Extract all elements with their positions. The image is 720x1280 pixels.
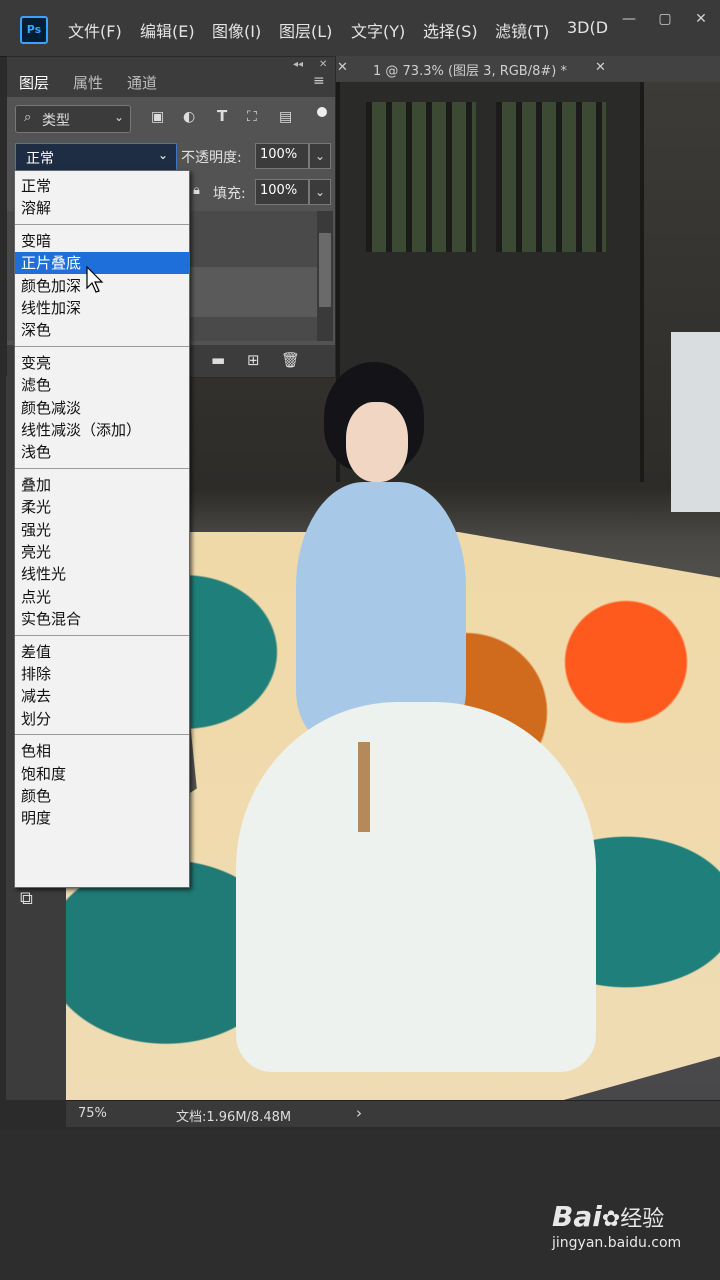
white-wall xyxy=(671,332,720,512)
collapse-panel-icon[interactable]: ◂◂ xyxy=(293,59,303,70)
blend-mode-option[interactable]: 明度 xyxy=(15,807,189,829)
menu-3d[interactable]: 3D(D xyxy=(567,18,608,37)
watermark-brand: Bai xyxy=(552,1200,602,1233)
blend-mode-option[interactable]: 实色混合 xyxy=(15,608,189,630)
maximize-button[interactable]: ▢ xyxy=(652,10,678,28)
chevron-down-icon: ⌄ xyxy=(114,110,125,124)
blend-mode-option[interactable]: 差值 xyxy=(15,641,189,663)
image-filter-icon[interactable]: ▣ xyxy=(151,109,164,125)
paw-icon: ✿ xyxy=(601,1207,621,1232)
close-other-tab-icon[interactable]: ✕ xyxy=(337,60,348,75)
watermark-url: jingyan.baidu.com xyxy=(552,1235,682,1251)
new-group-folder-icon[interactable]: ▬ xyxy=(211,351,225,369)
blend-mode-option[interactable]: 点光 xyxy=(15,586,189,608)
layers-panel-header: ◂◂ ✕ 图层 属性 通道 ≡ xyxy=(7,57,335,97)
fill-input[interactable]: 100% xyxy=(255,179,309,205)
chevron-down-icon: ⌄ xyxy=(158,148,169,162)
blend-group-separator xyxy=(15,734,189,736)
type-filter-icon[interactable]: T xyxy=(217,107,227,125)
blend-mode-option[interactable]: 正常 xyxy=(15,175,189,197)
blend-mode-option[interactable]: 线性加深 xyxy=(15,297,189,319)
mouse-cursor-icon xyxy=(86,266,104,293)
selected-layer-row[interactable] xyxy=(187,267,317,317)
close-panel-icon[interactable]: ✕ xyxy=(319,59,327,70)
blend-mode-option[interactable]: 变暗 xyxy=(15,230,189,252)
document-tab-title: 1 @ 73.3% (图层 3, RGB/8#) * xyxy=(373,64,567,79)
photoshop-logo-icon[interactable]: Ps xyxy=(20,16,48,44)
tab-properties[interactable]: 属性 xyxy=(73,72,103,93)
menu-layer[interactable]: 图层(L) xyxy=(279,18,332,42)
trash-icon[interactable]: 🗑︎ xyxy=(281,351,300,369)
fill-label: 填充: xyxy=(213,186,246,202)
blend-mode-option[interactable]: 柔光 xyxy=(15,496,189,518)
tab-channels[interactable]: 通道 xyxy=(127,72,157,93)
opacity-dropdown-icon[interactable]: ⌄ xyxy=(309,143,331,169)
smart-object-filter-icon[interactable]: ▤ xyxy=(279,109,292,125)
door-lattice-left xyxy=(366,102,476,252)
scrollbar-thumb[interactable] xyxy=(319,233,331,307)
blend-mode-option[interactable]: 亮光 xyxy=(15,541,189,563)
blend-group-separator xyxy=(15,467,189,469)
baidu-watermark: Bai✿经验 jingyan.baidu.com xyxy=(552,1200,681,1251)
opacity-label: 不透明度: xyxy=(181,150,242,166)
document-tab[interactable]: ✕ 1 @ 73.3% (图层 3, RGB/8#) * ✕ xyxy=(335,56,720,83)
blend-mode-select[interactable]: 正常 ⌄ xyxy=(15,143,177,171)
minimize-button[interactable]: — xyxy=(616,10,642,28)
blend-mode-option[interactable]: 叠加 xyxy=(15,474,189,496)
menu-file[interactable]: 文件(F) xyxy=(68,18,122,42)
layer-filter-select[interactable]: ⌕ 类型 ⌄ xyxy=(15,105,131,133)
filter-kind-label: 类型 xyxy=(42,113,70,129)
figure-face xyxy=(346,402,408,482)
blend-mode-option[interactable]: 排除 xyxy=(15,663,189,685)
document-info: 文档:1.96M/8.48M xyxy=(176,1110,292,1125)
blend-mode-option[interactable]: 饱和度 xyxy=(15,763,189,785)
close-window-button[interactable]: ✕ xyxy=(688,10,714,28)
blend-mode-option[interactable]: 划分 xyxy=(15,708,189,730)
blend-group-separator xyxy=(15,223,189,225)
menu-filter[interactable]: 滤镜(T) xyxy=(495,18,549,42)
blend-group-separator xyxy=(15,345,189,347)
search-icon: ⌕ xyxy=(24,110,32,125)
status-arrow-icon[interactable]: › xyxy=(356,1104,362,1122)
lock-icon[interactable]: 🔒︎ xyxy=(193,183,200,198)
blend-group-separator xyxy=(15,634,189,636)
tab-layers[interactable]: 图层 xyxy=(19,72,49,93)
blend-mode-option[interactable]: 滤色 xyxy=(15,374,189,396)
blend-mode-option[interactable]: 减去 xyxy=(15,685,189,707)
menu-type[interactable]: 文字(Y) xyxy=(351,18,405,42)
shape-filter-icon[interactable]: ⛶ xyxy=(247,109,257,125)
blend-mode-option[interactable]: 溶解 xyxy=(15,197,189,219)
blend-mode-value: 正常 xyxy=(26,151,54,167)
blend-mode-option[interactable]: 浅色 xyxy=(15,441,189,463)
zoom-level[interactable]: 75% xyxy=(78,1106,107,1121)
watermark-brand-suffix: 经验 xyxy=(620,1207,665,1232)
opacity-input[interactable]: 100% xyxy=(255,143,309,169)
adjustment-filter-icon[interactable]: ◐ xyxy=(183,109,195,125)
menu-image[interactable]: 图像(I) xyxy=(212,18,261,42)
blend-mode-option[interactable]: 颜色减淡 xyxy=(15,397,189,419)
opacity-value: 100% xyxy=(260,147,298,162)
filter-toggle-icon[interactable] xyxy=(317,107,327,117)
blend-mode-option[interactable]: 深色 xyxy=(15,319,189,341)
panel-menu-icon[interactable]: ≡ xyxy=(313,73,325,89)
blend-mode-option[interactable]: 线性光 xyxy=(15,563,189,585)
blend-mode-option[interactable]: 色相 xyxy=(15,740,189,762)
menu-edit[interactable]: 编辑(E) xyxy=(140,18,195,42)
new-layer-icon[interactable]: ⊞ xyxy=(247,351,260,369)
blend-mode-option[interactable]: 线性减淡（添加） xyxy=(15,419,189,441)
status-bar: 75% 文档:1.96M/8.48M › xyxy=(66,1100,720,1127)
blend-mode-option[interactable]: 强光 xyxy=(15,519,189,541)
figure-skirt xyxy=(236,702,596,1072)
screen-mode-icon[interactable]: ⧉ xyxy=(20,888,33,909)
figure-tassel xyxy=(358,742,370,832)
close-tab-icon[interactable]: ✕ xyxy=(595,60,606,75)
menu-select[interactable]: 选择(S) xyxy=(423,18,478,42)
fill-dropdown-icon[interactable]: ⌄ xyxy=(309,179,331,205)
layers-scrollbar[interactable] xyxy=(317,211,333,341)
menu-bar: Ps 文件(F) 编辑(E) 图像(I) 图层(L) 文字(Y) 选择(S) 滤… xyxy=(0,0,720,57)
blend-mode-option[interactable]: 颜色 xyxy=(15,785,189,807)
blend-mode-option[interactable]: 变亮 xyxy=(15,352,189,374)
door-lattice-right xyxy=(496,102,606,252)
fill-value: 100% xyxy=(260,183,298,198)
